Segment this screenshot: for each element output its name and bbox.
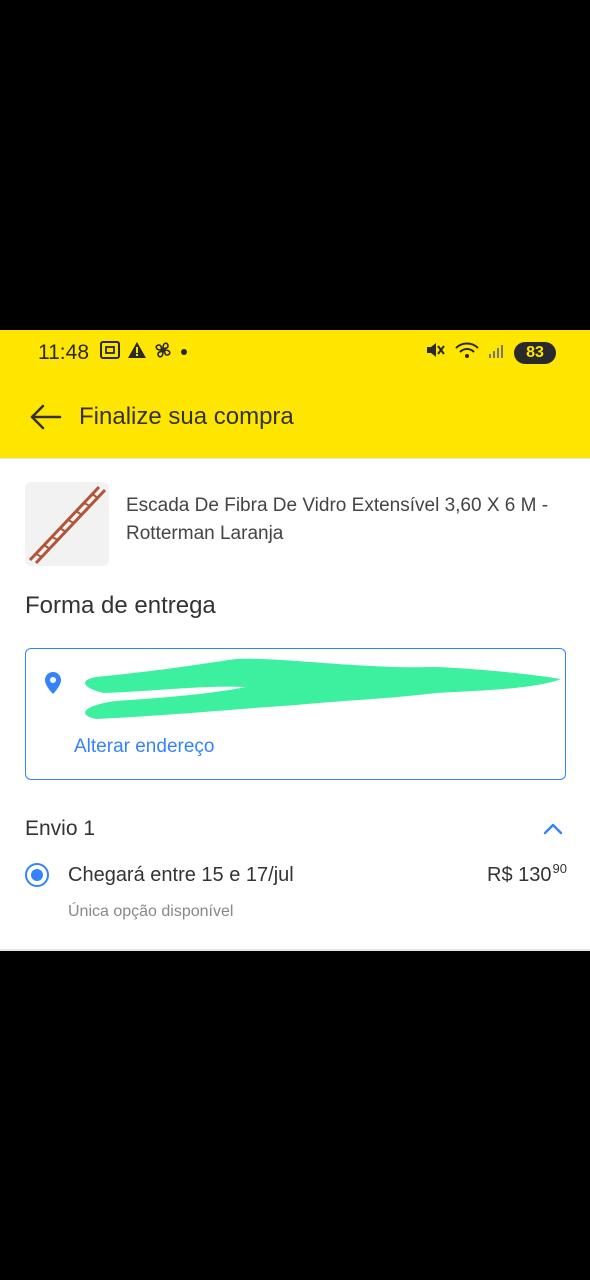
app-bar: Finalize sua compra [0, 375, 590, 458]
shipping-price: R$ 130 90 [487, 860, 567, 887]
shipment-title: Envio 1 [25, 817, 96, 840]
wifi-icon [454, 340, 480, 365]
fan-icon [153, 340, 173, 365]
back-button[interactable] [25, 397, 65, 437]
product-image [25, 482, 109, 566]
option-note: Única opção disponível [68, 903, 234, 920]
delivery-estimate: Chegará entre 15 e 17/jul [68, 863, 294, 886]
shipping-option[interactable]: Chegará entre 15 e 17/jul R$ 130 90 [25, 860, 567, 887]
ladder-image [28, 485, 107, 565]
mute-icon [424, 340, 446, 365]
radio-selected-dot [31, 869, 43, 881]
change-address-link[interactable]: Alterar endereço [74, 736, 214, 758]
dot-icon [179, 344, 189, 362]
battery-icon: 83 [514, 341, 556, 364]
screenshot-icon [99, 340, 121, 365]
status-icons-right: 83 [424, 340, 556, 365]
status-time: 11:48 [38, 340, 89, 364]
address-redaction [84, 658, 561, 719]
address-card[interactable]: Alterar endereço [25, 648, 566, 780]
header-divider [0, 458, 590, 459]
chevron-up-icon [543, 823, 563, 835]
arrow-left-icon [30, 404, 62, 429]
price-amount: R$ 130 [487, 863, 552, 886]
status-bar: 11:48 83 [0, 330, 590, 375]
checkout-screen: 11:48 83 Finalize sua compra Escada De F… [0, 330, 590, 951]
signal-icon [488, 340, 506, 365]
product-summary[interactable]: Escada De Fibra De Vidro Extensível 3,60… [25, 482, 565, 566]
product-title: Escada De Fibra De Vidro Extensível 3,60… [126, 495, 549, 544]
page-title: Finalize sua compra [79, 402, 294, 430]
bottom-divider [0, 949, 590, 951]
shipment-header: Envio 1 [25, 817, 565, 841]
status-icons-left [99, 340, 189, 365]
collapse-button[interactable] [541, 817, 565, 841]
price-cents: 90 [552, 860, 567, 876]
delivery-section-title: Forma de entrega [25, 592, 216, 619]
warning-icon [127, 340, 147, 365]
shipping-option-radio[interactable] [25, 863, 49, 887]
